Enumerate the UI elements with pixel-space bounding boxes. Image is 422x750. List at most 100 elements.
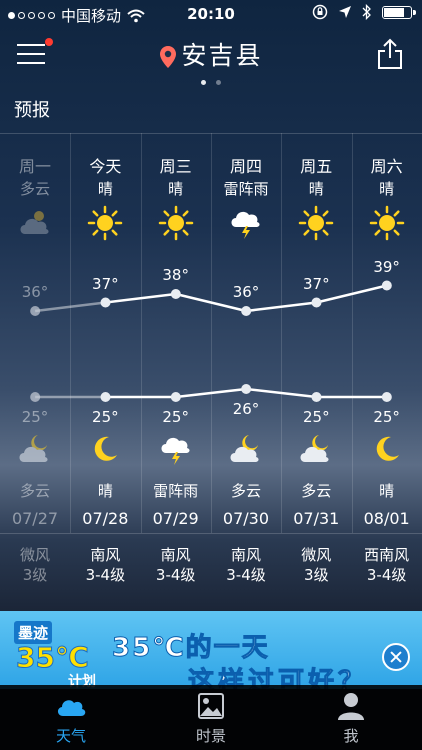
forecast-day-column[interactable]: 周四 雷阵雨 36° 26° 多云 07/30 <box>211 133 281 533</box>
tab-weather[interactable]: 天气 <box>1 691 141 746</box>
forecast-day-column[interactable]: 周一 多云 36° 25° 多云 07/27 <box>0 133 70 533</box>
wind-row: 微风 3级 南风 3-4级 南风 3-4级 南风 3-4级 微风 3级 西南风 3-4级 <box>0 545 422 590</box>
wind-info: 南风 3-4级 <box>141 545 211 585</box>
forecast-high-temp: 38° <box>162 266 189 284</box>
forecast-night-condition: 雷阵雨 <box>153 482 199 500</box>
wind-level: 3-4级 <box>155 566 196 584</box>
forecast-high-temp: 36° <box>232 283 260 301</box>
forecast-high-temp: 37° <box>92 274 119 293</box>
forecast-day-column[interactable]: 周六 晴 39° 25° 晴 08/01 <box>352 133 422 533</box>
column-separator <box>70 133 72 533</box>
bluetooth-icon <box>362 4 371 20</box>
forecast-date: 07/28 <box>82 509 129 528</box>
forecast-day-condition: 多云 <box>19 180 50 198</box>
cloud-icon <box>20 211 49 234</box>
person-icon <box>338 693 364 720</box>
wind-level: 3级 <box>304 566 329 584</box>
forecast-day-label: 周三 <box>159 157 192 176</box>
wind-info: 微风 3级 <box>281 545 351 585</box>
sun-icon <box>158 205 193 241</box>
wind-level: 3-4级 <box>85 566 126 584</box>
forecast-low-temp: 25° <box>21 408 49 426</box>
forecast-day-label: 周五 <box>300 157 333 176</box>
forecast-low-temp: 25° <box>373 408 400 426</box>
wind-info: 微风 3级 <box>0 545 70 585</box>
wind-level: 3-4级 <box>226 566 266 584</box>
ad-banner[interactable]: 墨迹 35℃ 计划 35℃的一天 这样过可好？ <box>0 611 422 689</box>
battery-icon <box>382 5 416 19</box>
share-icon[interactable] <box>376 38 404 70</box>
forecast-date: 07/31 <box>293 509 340 528</box>
tab-me[interactable]: 我 <box>281 691 421 746</box>
tab-bar: 天气 时景 我 <box>0 685 422 750</box>
cloud-moon-icon <box>19 435 48 462</box>
status-bar: 中国移动 20:10 <box>0 0 422 28</box>
wind-direction: 南风 <box>160 546 191 564</box>
cloud-moon-icon <box>230 435 259 462</box>
forecast-low-temp: 25° <box>303 408 330 426</box>
forecast-date: 08/01 <box>363 509 410 528</box>
forecast-high-temp: 37° <box>303 274 330 293</box>
ad-close-button[interactable] <box>382 643 410 671</box>
divider <box>0 533 422 534</box>
forecast-night-condition: 晴 <box>97 482 113 500</box>
forecast-day-condition: 晴 <box>308 180 324 198</box>
forecast-day-condition: 晴 <box>168 180 184 198</box>
sun-icon <box>369 205 404 241</box>
forecast-night-condition: 多云 <box>19 482 50 500</box>
ad-headline: 35℃的一天 <box>112 633 270 664</box>
forecast-low-temp: 26° <box>232 400 260 418</box>
forecast-date: 07/29 <box>152 509 199 528</box>
forecast-night-condition: 晴 <box>379 482 395 500</box>
city-title[interactable]: 安吉县 <box>0 36 422 72</box>
status-right <box>312 4 416 20</box>
photo-icon <box>198 693 224 719</box>
forecast-low-temp: 25° <box>92 408 119 426</box>
forecast-high-temp: 39° <box>373 257 400 276</box>
forecast-high-temp: 36° <box>21 283 49 301</box>
forecast-date: 07/30 <box>222 509 270 528</box>
wind-direction: 西南风 <box>364 546 410 564</box>
forecast-night-condition: 多云 <box>301 482 332 500</box>
forecast-day-label: 周一 <box>18 157 51 176</box>
page-dot-2 <box>216 80 221 85</box>
sun-icon <box>299 205 334 241</box>
forecast-day-column[interactable]: 周五 晴 37° 25° 多云 07/31 <box>281 133 351 533</box>
tab-label: 天气 <box>55 727 86 745</box>
forecast-day-column[interactable]: 今天 晴 37° 25° 晴 07/28 <box>70 133 140 533</box>
location-arrow-icon <box>339 6 351 18</box>
forecast-low-temp: 25° <box>162 408 189 426</box>
forecast-night-condition: 多云 <box>230 482 261 500</box>
column-separator <box>281 133 283 533</box>
page-dot-1 <box>201 80 206 85</box>
location-pin-icon <box>160 46 177 68</box>
moon-icon <box>95 436 118 461</box>
page-indicator <box>0 70 422 89</box>
tab-label: 我 <box>343 727 359 745</box>
forecast-day-column[interactable]: 周三 晴 38° 25° 雷阵雨 07/29 <box>141 133 211 533</box>
wind-direction: 南风 <box>90 546 121 564</box>
tab-scenes[interactable]: 时景 <box>141 691 281 746</box>
column-separator <box>210 133 212 533</box>
rotation-lock-icon <box>312 4 328 20</box>
wind-level: 3级 <box>22 566 48 584</box>
ad-logo: 墨迹 35℃ 计划 <box>10 617 106 689</box>
wind-level: 3-4级 <box>366 566 407 584</box>
moon-icon <box>376 436 399 461</box>
wind-info: 西南风 3-4级 <box>352 545 422 585</box>
wind-info: 南风 3-4级 <box>70 545 140 585</box>
cloud-moon-icon <box>300 435 329 462</box>
city-name: 安吉县 <box>181 41 263 70</box>
forecast-day-condition: 晴 <box>97 180 113 198</box>
wind-info: 南风 3-4级 <box>211 545 281 585</box>
wind-direction: 微风 <box>301 546 332 564</box>
forecast-section-title: 预报 <box>14 100 50 121</box>
sun-icon <box>88 205 123 241</box>
forecast-day-label: 周六 <box>370 157 403 176</box>
forecast-grid: 周一 多云 36° 25° 多云 07/27 今天 晴 37° 25° 晴 07… <box>0 133 422 533</box>
cloud-icon <box>57 700 86 716</box>
wind-direction: 南风 <box>230 546 261 564</box>
thunder-cloud-icon <box>161 437 190 465</box>
forecast-date: 07/27 <box>11 509 59 528</box>
forecast-day-condition: 晴 <box>379 180 395 198</box>
